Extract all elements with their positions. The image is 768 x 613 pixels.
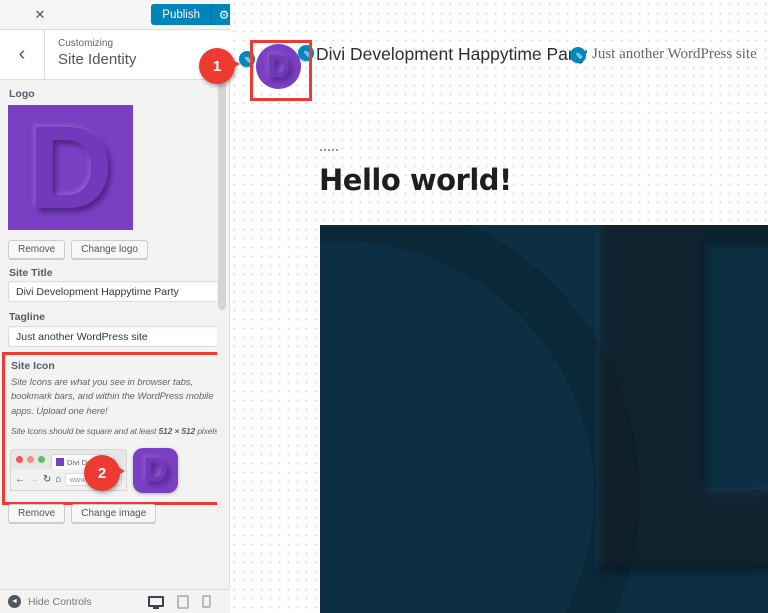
mobile-preview-icon[interactable] [202, 595, 211, 608]
section-header-text: Customizing Site Identity [58, 38, 136, 68]
desktop-preview-icon[interactable] [148, 596, 164, 607]
post-title[interactable]: Hello world! [319, 163, 512, 197]
annotation-marker-2: 2 [84, 455, 120, 491]
section-header: ‹ Customizing Site Identity [0, 30, 230, 80]
close-window-dot [16, 456, 23, 463]
maximize-window-dot [38, 456, 45, 463]
section-title: Site Identity [58, 51, 136, 68]
wordpress-customizer: ✕ Publish ⚙ ‹ Customizing Site Identity … [0, 0, 768, 613]
site-icon-requirement: Site Icons should be square and at least… [11, 425, 218, 438]
edit-tagline-button[interactable]: ✎ [570, 47, 586, 63]
site-preview: ✎ D ✎ Divi Development Happytime Party ✎… [230, 0, 768, 613]
publish-button-group: Publish ⚙ [151, 4, 236, 25]
forward-arrow-icon: → [29, 475, 39, 485]
site-title-input[interactable] [8, 281, 219, 302]
home-icon: ⌂ [55, 475, 61, 485]
sidebar-scrollbar[interactable] [217, 80, 227, 565]
featured-image: D [320, 225, 768, 613]
logo-preview-image[interactable]: D [8, 105, 133, 230]
tagline-label: Tagline [9, 311, 45, 323]
customizing-kicker: Customizing [58, 38, 136, 49]
change-site-icon-button[interactable]: Change image [71, 504, 156, 523]
remove-site-icon-button[interactable]: Remove [8, 504, 65, 523]
customizer-sidebar: ✕ Publish ⚙ ‹ Customizing Site Identity … [0, 0, 230, 613]
back-arrow-icon: ← [15, 475, 25, 485]
favicon-preview [56, 458, 64, 466]
site-title-label: Site Title [9, 267, 53, 279]
site-logo-letter: D [267, 48, 290, 85]
site-icon-label: Site Icon [11, 360, 55, 372]
remove-logo-button[interactable]: Remove [8, 240, 65, 259]
annotation-marker-1: 1 [199, 48, 235, 84]
edit-site-title-button[interactable]: ✎ [298, 45, 314, 61]
tablet-preview-icon[interactable] [177, 595, 189, 609]
customizer-topbar: ✕ Publish ⚙ [0, 0, 238, 30]
site-icon-app-preview: D [133, 448, 178, 493]
featured-image-letter: D [548, 225, 768, 613]
site-icon-letter: D [143, 451, 168, 490]
close-customizer-button[interactable]: ✕ [26, 5, 54, 25]
site-icon-actions: Remove Change image [8, 504, 156, 523]
collapse-arrow-icon: ◄ [8, 595, 21, 608]
change-logo-button[interactable]: Change logo [71, 240, 148, 259]
logo-actions: Remove Change logo [8, 240, 148, 259]
site-title-text[interactable]: Divi Development Happytime Party [316, 44, 587, 65]
gear-icon: ⚙ [219, 8, 230, 22]
customizer-footer: ◄ Hide Controls [0, 589, 230, 613]
browser-window-buttons [16, 450, 45, 469]
pencil-icon: ✎ [572, 51, 583, 59]
hide-controls-button[interactable]: Hide Controls [28, 596, 92, 608]
publish-button[interactable]: Publish [151, 4, 211, 25]
post-divider [320, 149, 338, 151]
site-tagline-text: Just another WordPress site [592, 46, 757, 63]
site-logo[interactable]: D [256, 44, 301, 89]
back-button[interactable]: ‹ [0, 30, 45, 79]
pencil-icon: ✎ [300, 49, 311, 57]
logo-label: Logo [9, 88, 35, 100]
minimize-window-dot [27, 456, 34, 463]
site-icon-description: Site Icons are what you see in browser t… [11, 376, 218, 419]
scrollbar-thumb[interactable] [218, 80, 226, 310]
logo-letter: D [28, 100, 113, 236]
tagline-input[interactable] [8, 326, 219, 347]
refresh-icon: ↻ [43, 475, 51, 485]
device-preview-switcher [148, 595, 211, 609]
